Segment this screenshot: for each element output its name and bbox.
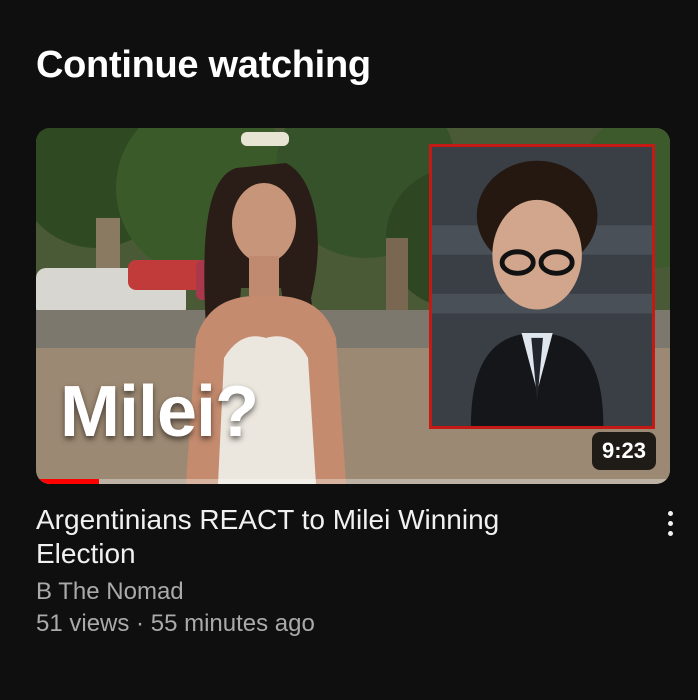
more-vertical-icon <box>667 530 673 536</box>
more-vertical-icon <box>667 510 673 516</box>
meta-separator: · <box>136 610 145 637</box>
section-title: Continue watching <box>36 44 371 86</box>
video-thumbnail[interactable]: Milei? 9:23 <box>36 128 670 484</box>
watch-progress-bar <box>36 479 670 484</box>
channel-name[interactable]: B The Nomad <box>36 578 184 606</box>
view-count: 51 views <box>36 610 130 637</box>
thumbnail-overlay-text: Milei? <box>60 372 259 452</box>
watch-progress-fill <box>36 479 100 484</box>
inset-portrait <box>429 144 655 429</box>
upload-age: 55 minutes ago <box>150 610 315 637</box>
duration-badge: 9:23 <box>591 432 656 470</box>
video-metadata: 51 views · 55 minutes ago <box>36 610 315 638</box>
video-title[interactable]: Argentinians REACT to Milei Winning Elec… <box>36 503 596 571</box>
more-vertical-icon <box>667 520 673 526</box>
more-options-button[interactable] <box>656 505 684 541</box>
